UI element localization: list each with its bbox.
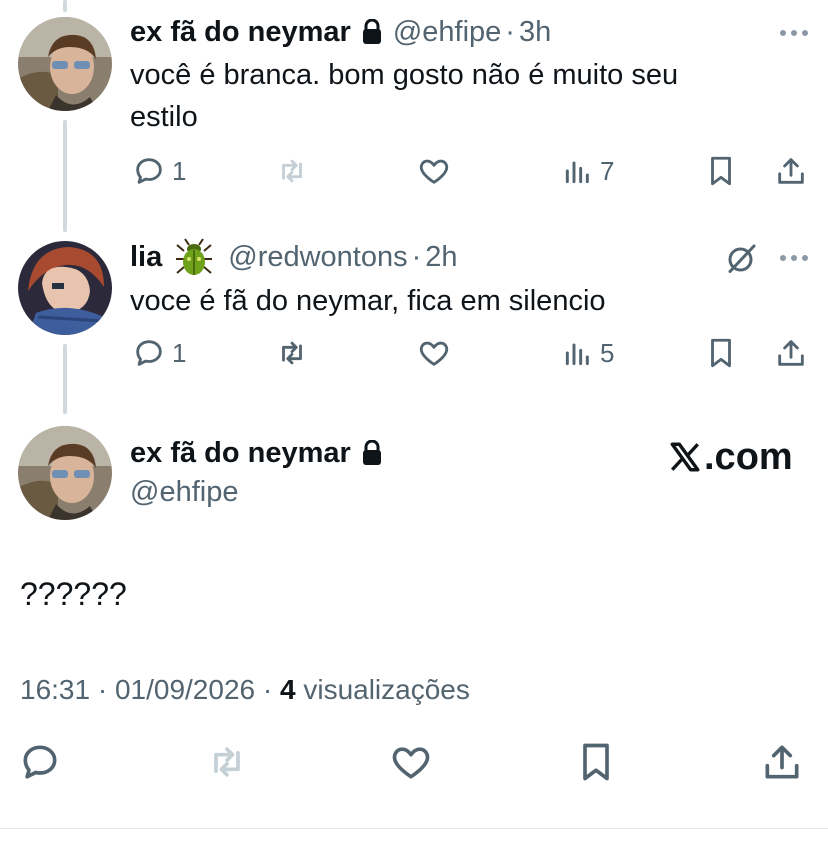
views-count: 7 — [600, 155, 615, 186]
author-handle[interactable]: @redwontons — [228, 241, 407, 274]
lock-icon — [361, 440, 383, 466]
bookmark-button[interactable] — [704, 154, 738, 188]
reply-icon — [136, 158, 162, 184]
tweet-text-line: você é branca. bom gosto não é muito seu — [130, 59, 679, 91]
tweet-meta: 16:31 · 01/09/2026 · 4 visualizações — [20, 674, 470, 706]
author-handle[interactable]: @ehfipe — [393, 16, 501, 49]
reply-icon — [23, 745, 57, 779]
reply-count: 1 — [172, 155, 187, 186]
thread-line — [63, 344, 67, 414]
reply-count: 1 — [172, 337, 187, 368]
views-icon — [565, 343, 589, 366]
tweet-text-line: estilo — [130, 101, 198, 133]
views-count: 4 — [279, 674, 296, 705]
main-tweet-actions — [0, 740, 828, 786]
like-button[interactable] — [416, 154, 452, 188]
grok-icon[interactable] — [724, 240, 760, 281]
share-button[interactable] — [774, 154, 808, 188]
separator-dot: · — [505, 15, 515, 48]
tweet-text: voce é fã do neymar, fica em silencio — [130, 285, 606, 317]
x-logo-icon — [670, 442, 700, 472]
heart-icon — [419, 341, 449, 366]
bookmark-icon — [711, 338, 731, 368]
heart-icon — [419, 159, 449, 184]
author-name[interactable]: lia — [130, 241, 162, 274]
divider — [0, 828, 828, 829]
like-button[interactable] — [416, 336, 452, 370]
avatar[interactable] — [18, 17, 112, 111]
share-icon — [765, 745, 799, 779]
retweet-icon — [282, 341, 302, 365]
bookmark-button[interactable] — [704, 336, 738, 370]
watermark-text: .com — [704, 435, 793, 478]
author-name[interactable]: ex fã do neymar — [130, 16, 351, 49]
bookmark-icon — [711, 156, 731, 186]
lock-icon — [361, 19, 383, 45]
views-icon — [565, 161, 589, 184]
bookmark-button[interactable] — [574, 740, 618, 784]
views-label: visualizações — [295, 674, 470, 705]
share-button[interactable] — [774, 336, 808, 370]
tweet-actions: 1 5 — [130, 336, 810, 376]
bookmark-icon — [583, 743, 609, 781]
heart-icon — [392, 747, 430, 779]
share-button[interactable] — [760, 740, 804, 784]
thread-line — [63, 120, 67, 232]
retweet-button — [274, 154, 310, 188]
retweet-icon — [282, 159, 302, 183]
views-button[interactable]: 5 — [562, 336, 614, 370]
retweet-button — [204, 740, 250, 784]
retweet-icon — [214, 747, 240, 777]
thread-line — [63, 0, 67, 12]
share-icon — [778, 340, 804, 366]
tweet-text: ?????? — [20, 576, 127, 612]
like-button[interactable] — [388, 740, 434, 784]
tweet-text: você é branca. bom gosto não é muito seu… — [130, 54, 678, 138]
views-count: 5 — [600, 337, 615, 368]
reply-button[interactable]: 1 — [132, 154, 186, 188]
tweet-actions: 1 7 — [130, 154, 810, 194]
more-options-icon[interactable] — [780, 255, 808, 261]
post-time[interactable]: 2h — [425, 241, 457, 274]
more-options-icon[interactable] — [780, 30, 808, 36]
beetle-emoji-icon — [174, 237, 214, 277]
avatar[interactable] — [18, 426, 112, 520]
timestamp[interactable]: 16:31 · 01/09/2026 · — [20, 674, 280, 705]
separator-dot: · — [411, 240, 422, 273]
retweet-button[interactable] — [274, 336, 310, 370]
views-button[interactable]: 7 — [562, 154, 614, 188]
post-time[interactable]: 3h — [519, 16, 551, 49]
reply-icon — [136, 340, 162, 366]
avatar[interactable] — [18, 241, 112, 335]
author-handle[interactable]: @ehfipe — [130, 476, 238, 509]
author-name[interactable]: ex fã do neymar — [130, 437, 351, 470]
reply-button[interactable]: 1 — [132, 336, 186, 370]
reply-button[interactable] — [18, 740, 62, 784]
x-watermark: .com — [668, 434, 793, 480]
share-icon — [778, 158, 804, 184]
